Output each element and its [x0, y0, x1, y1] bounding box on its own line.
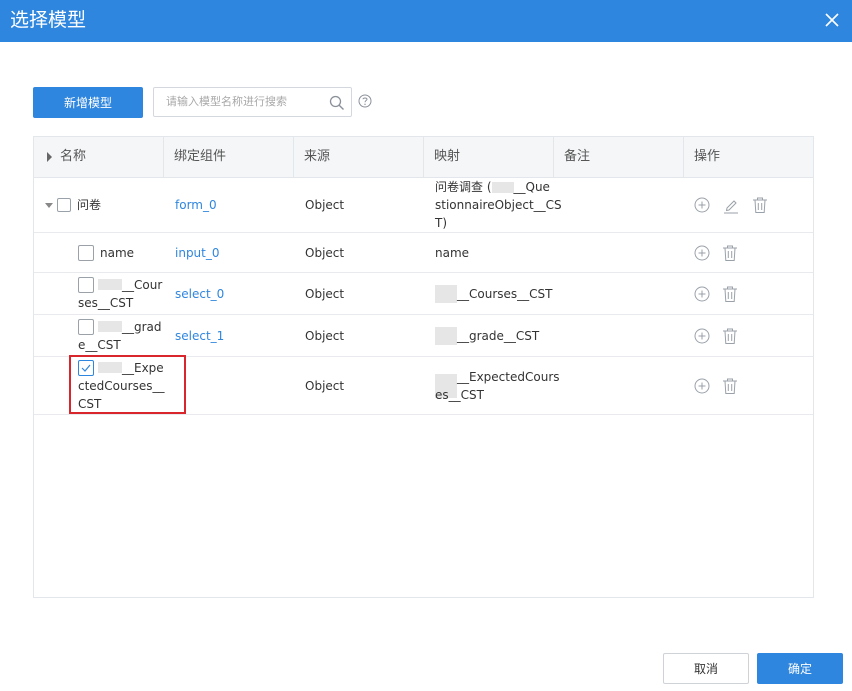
column-header-component: 绑定组件: [164, 137, 294, 177]
redacted-block: [491, 182, 514, 193]
name-line: ses__CST: [78, 295, 134, 310]
column-header-name[interactable]: 名称: [34, 137, 164, 177]
redacted-block: [98, 279, 122, 290]
selection-highlight: [69, 355, 186, 414]
search-icon[interactable]: [329, 95, 345, 111]
mapping-text: __grade__CST: [457, 328, 540, 343]
source-text: Object: [305, 245, 345, 260]
source-text: Object: [305, 286, 345, 301]
add-icon[interactable]: [694, 245, 710, 261]
component-link[interactable]: select_1: [175, 327, 224, 345]
mapping-line: stionnaireObject__CS: [435, 198, 562, 212]
mapping-line: __ExpectedCours: [457, 369, 560, 384]
redacted-block: [435, 326, 457, 345]
caret-right-icon[interactable]: [46, 151, 54, 162]
column-header-label: 名称: [60, 149, 87, 164]
table-row: name input_0 Object name: [34, 233, 813, 273]
delete-icon[interactable]: [752, 196, 768, 214]
delete-icon[interactable]: [722, 327, 738, 345]
column-header-mapping: 映射: [424, 137, 554, 177]
mapping-line: __Que: [513, 180, 550, 194]
component-link[interactable]: select_0: [175, 285, 224, 303]
source-text: Object: [305, 198, 345, 212]
column-header-source: 来源: [294, 137, 424, 177]
row-name: __grad e__CST: [78, 318, 162, 354]
redacted-block: [435, 284, 457, 303]
dialog-title: 选择模型: [10, 9, 87, 31]
add-icon[interactable]: [694, 286, 710, 302]
row-name: 问卷: [77, 198, 102, 212]
mapping-line: T): [435, 216, 448, 230]
redacted-block: [98, 321, 122, 332]
source-text: Object: [305, 328, 345, 343]
search-input[interactable]: [164, 94, 328, 109]
row-checkbox[interactable]: [78, 318, 94, 335]
column-header-actions: 操作: [694, 149, 721, 164]
row-name: __Cour ses__CST: [78, 276, 162, 312]
edit-icon[interactable]: [722, 196, 740, 214]
close-icon[interactable]: [824, 12, 840, 28]
table-row: __grad e__CST select_1 Object __grade__C…: [34, 315, 813, 357]
table-row: __Cour ses__CST select_0 Object __Course…: [34, 273, 813, 315]
row-name: name: [100, 245, 135, 260]
add-model-button[interactable]: 新增模型: [33, 87, 143, 118]
caret-down-icon[interactable]: [44, 201, 54, 209]
delete-icon[interactable]: [722, 377, 738, 395]
dialog-header: 选择模型: [0, 0, 852, 42]
add-icon[interactable]: [694, 197, 710, 213]
search-box: [153, 87, 352, 117]
mapping-line: 问卷调查 (: [435, 180, 492, 194]
row-checkbox[interactable]: [78, 244, 94, 261]
name-line: __grad: [122, 319, 162, 334]
confirm-button[interactable]: 确定: [757, 653, 843, 684]
source-text: Object: [305, 378, 345, 393]
table-header: 名称 绑定组件 来源 映射 备注 操作: [34, 137, 813, 178]
mapping-line: es__CST: [435, 387, 484, 402]
mapping-text: __Courses__CST: [457, 286, 553, 301]
mapping-text: name: [435, 245, 470, 260]
mapping-text: __ExpectedCours es__CST: [435, 368, 560, 404]
add-icon[interactable]: [694, 378, 710, 394]
component-link[interactable]: form_0: [175, 196, 217, 214]
delete-icon[interactable]: [722, 285, 738, 303]
name-line: __Cour: [122, 277, 163, 292]
delete-icon[interactable]: [722, 244, 738, 262]
table-row: 问卷 form_0 Object 问卷调查 ( __Que stionnaireO…: [34, 178, 813, 233]
cancel-button[interactable]: 取消: [663, 653, 749, 684]
column-header-remark: 备注: [554, 137, 684, 177]
help-icon[interactable]: [358, 94, 372, 108]
row-checkbox[interactable]: [78, 276, 94, 293]
name-line: e__CST: [78, 337, 121, 352]
row-checkbox[interactable]: [57, 198, 71, 212]
add-icon[interactable]: [694, 328, 710, 344]
mapping-text: 问卷调查 ( __Que stionnaireObject__CS T): [435, 178, 562, 232]
component-link[interactable]: input_0: [175, 244, 220, 262]
